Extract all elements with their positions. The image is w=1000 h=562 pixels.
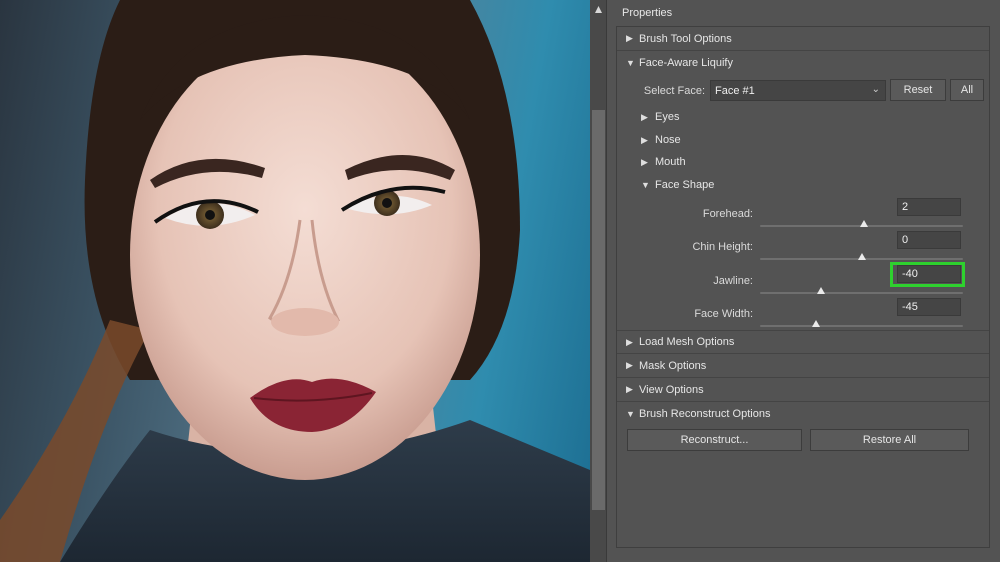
jawline-label: Jawline:: [713, 275, 753, 287]
all-button[interactable]: All: [950, 79, 984, 101]
restore-all-button[interactable]: Restore All: [810, 429, 969, 451]
select-face-value: Face #1: [715, 84, 755, 97]
forehead-slider-thumb[interactable]: [859, 220, 868, 227]
reset-button[interactable]: Reset: [890, 79, 946, 101]
triangle-right-icon: ▶: [626, 336, 633, 347]
subgroup-label: Mouth: [655, 156, 686, 168]
triangle-down-icon: ▼: [641, 180, 650, 190]
portrait-photo: [0, 0, 590, 562]
triangle-right-icon: ▶: [626, 384, 633, 394]
forehead-label: Forehead:: [702, 208, 753, 220]
panel-title: Properties: [622, 7, 673, 19]
section-face-aware-liquify[interactable]: ▼ Face-Aware Liquify: [617, 51, 989, 75]
select-face-label: Select Face:: [643, 85, 705, 97]
section-label: Mask Options: [639, 359, 707, 372]
jawline-slider-track[interactable]: [760, 292, 963, 294]
subgroup-nose[interactable]: ▶ Nose: [641, 130, 681, 150]
triangle-right-icon: ▶: [626, 33, 633, 43]
triangle-right-icon: ▶: [641, 111, 648, 122]
section-mask-options[interactable]: ▶ Mask Options: [617, 354, 989, 378]
subgroup-label: Eyes: [655, 111, 680, 123]
triangle-down-icon: ▼: [626, 58, 635, 68]
chin-height-label: Chin Height:: [692, 241, 753, 253]
face-width-input[interactable]: [897, 298, 961, 316]
section-label: Face-Aware Liquify: [639, 57, 733, 69]
face-width-slider-track[interactable]: [760, 325, 963, 327]
triangle-down-icon: ▼: [626, 409, 635, 419]
section-load-mesh-options[interactable]: ▶ Load Mesh Options: [617, 330, 989, 354]
triangle-right-icon: ▶: [641, 156, 648, 167]
section-brush-tool-options[interactable]: ▶ Brush Tool Options: [617, 27, 989, 51]
jawline-highlight-box: [890, 262, 965, 287]
chin-height-input[interactable]: [897, 231, 961, 249]
subgroup-face-shape[interactable]: ▼ Face Shape: [641, 175, 714, 195]
subgroup-label: Face Shape: [655, 179, 715, 191]
triangle-right-icon: ▶: [641, 134, 648, 145]
section-view-options[interactable]: ▶ View Options: [617, 378, 989, 402]
chevron-down-icon: ⌄: [871, 84, 880, 95]
triangle-right-icon: ▶: [626, 360, 633, 370]
scroll-thumb[interactable]: [592, 110, 605, 510]
section-brush-reconstruct-options[interactable]: ▼ Brush Reconstruct Options: [617, 402, 989, 426]
face-width-label: Face Width:: [694, 308, 753, 320]
liquify-options-container: ▶ Brush Tool Options ▼ Face-Aware Liquif…: [616, 26, 990, 548]
face-width-slider-thumb[interactable]: [811, 320, 820, 327]
reconstruct-button[interactable]: Reconstruct...: [627, 429, 802, 451]
section-label: Load Mesh Options: [639, 336, 735, 348]
forehead-input[interactable]: [897, 198, 961, 216]
select-face-dropdown[interactable]: Face #1 ⌄: [710, 80, 886, 101]
subgroup-label: Nose: [655, 134, 681, 146]
jawline-slider-thumb[interactable]: [816, 287, 825, 294]
image-canvas[interactable]: [0, 0, 590, 562]
properties-panel: Properties ▶ Brush Tool Options ▼ Face-A…: [607, 0, 1000, 562]
chin-height-slider-thumb[interactable]: [857, 253, 866, 260]
section-label: Brush Tool Options: [639, 32, 732, 45]
section-label: Brush Reconstruct Options: [639, 408, 771, 420]
section-label: View Options: [639, 383, 704, 396]
subgroup-eyes[interactable]: ▶ Eyes: [641, 107, 679, 127]
subgroup-mouth[interactable]: ▶ Mouth: [641, 152, 686, 172]
scroll-up-arrow-icon[interactable]: [590, 0, 607, 18]
